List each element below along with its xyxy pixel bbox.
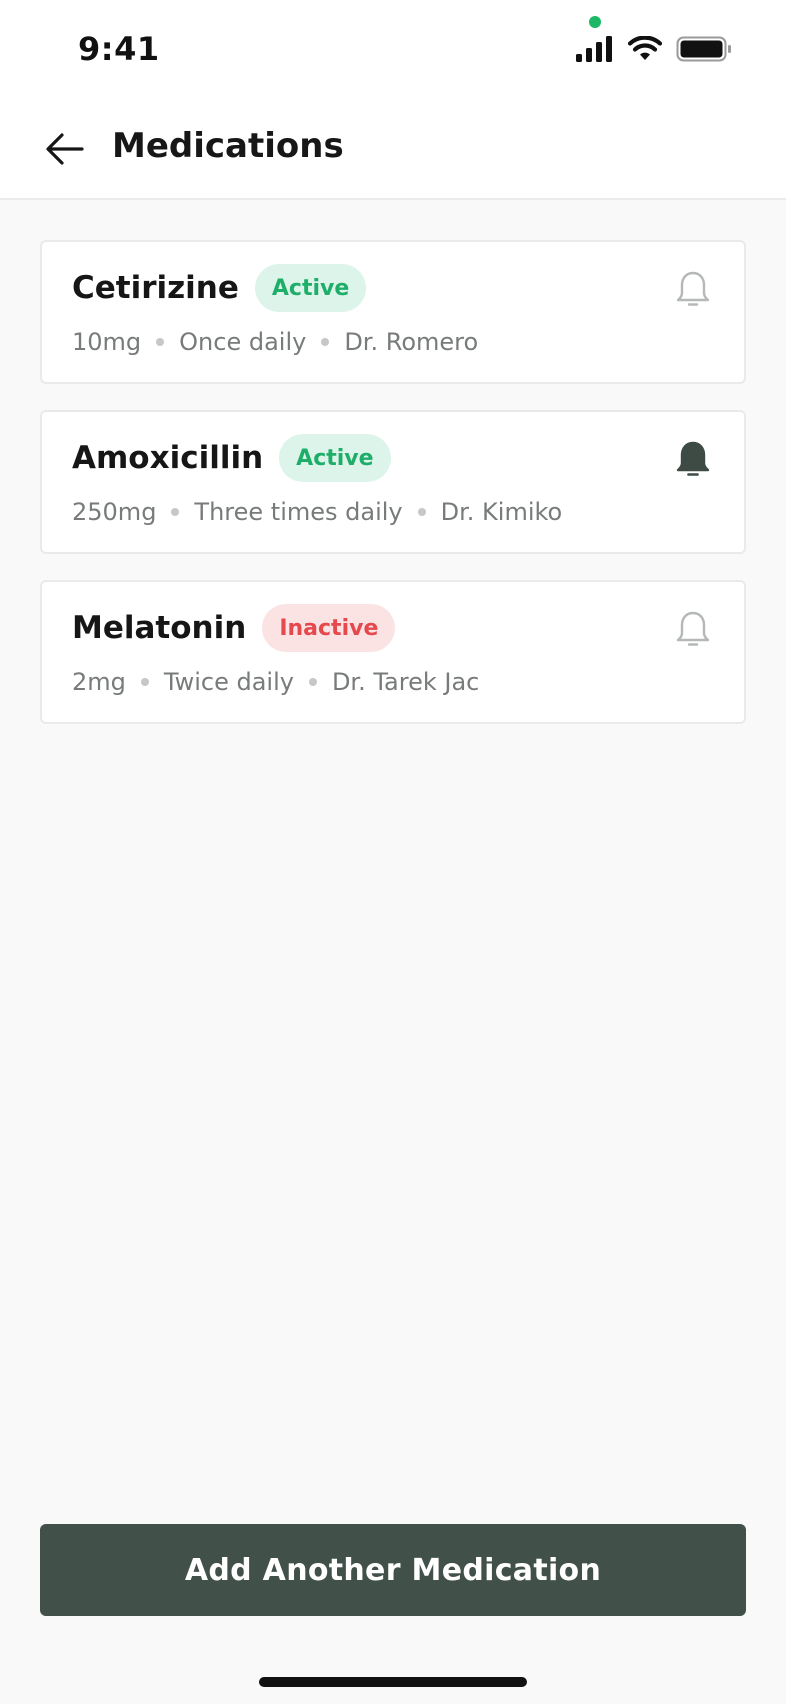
- medication-name: Melatonin: [72, 610, 247, 646]
- medication-card[interactable]: Amoxicillin Active 250mg Three times dai…: [40, 410, 746, 554]
- separator-dot: [171, 508, 180, 516]
- medication-name: Cetirizine: [72, 270, 239, 306]
- page-title: Medications: [112, 126, 344, 166]
- medication-doctor: Dr. Kimiko: [440, 498, 563, 526]
- medication-doctor: Dr. Romero: [344, 328, 479, 356]
- home-indicator[interactable]: [259, 1677, 527, 1687]
- medication-doctor: Dr. Tarek Jac: [331, 668, 480, 696]
- bell-outline-icon[interactable]: [674, 270, 712, 310]
- medication-dose: 2mg: [72, 668, 126, 696]
- camera-indicator-dot: [589, 16, 601, 28]
- status-badge: Active: [279, 434, 391, 482]
- card-header: Amoxicillin Active: [72, 434, 391, 482]
- medication-details: 10mg Once daily Dr. Romero: [72, 328, 478, 356]
- app-header: Medications: [0, 100, 786, 200]
- separator-dot: [417, 508, 426, 516]
- medication-frequency: Twice daily: [163, 668, 294, 696]
- medication-details: 2mg Twice daily Dr. Tarek Jac: [72, 668, 479, 696]
- separator-dot: [308, 678, 317, 686]
- medication-frequency: Once daily: [179, 328, 307, 356]
- add-medication-button[interactable]: Add Another Medication: [40, 1524, 746, 1616]
- card-header: Cetirizine Active: [72, 264, 367, 312]
- status-time: 9:41: [78, 30, 160, 68]
- medication-dose: 250mg: [72, 498, 157, 526]
- status-bar: 9:41: [0, 0, 786, 100]
- medication-frequency: Three times daily: [194, 498, 403, 526]
- medication-card[interactable]: Melatonin Inactive 2mg Twice daily Dr. T…: [40, 580, 746, 724]
- back-button[interactable]: [40, 124, 90, 174]
- separator-dot: [156, 338, 165, 346]
- battery-icon: [676, 36, 731, 62]
- medication-card[interactable]: Cetirizine Active 10mg Once daily Dr. Ro…: [40, 240, 746, 384]
- status-badge: Active: [254, 264, 367, 312]
- signal-icon: [576, 36, 612, 62]
- arrow-left-icon: [46, 133, 84, 165]
- bell-outline-icon[interactable]: [674, 610, 712, 650]
- card-header: Melatonin Inactive: [72, 604, 396, 652]
- separator-dot: [321, 338, 330, 346]
- status-badge: Inactive: [262, 604, 396, 652]
- status-icons: [576, 36, 732, 62]
- medication-name: Amoxicillin: [72, 440, 264, 476]
- wifi-icon: [628, 36, 662, 60]
- medication-details: 250mg Three times daily Dr. Kimiko: [72, 498, 562, 526]
- medication-dose: 10mg: [72, 328, 142, 356]
- phone-screen: 9:41 Medications Cetirizine Active 10mg …: [0, 0, 786, 1704]
- medication-list: Cetirizine Active 10mg Once daily Dr. Ro…: [40, 240, 746, 750]
- separator-dot: [140, 678, 149, 686]
- bell-filled-icon[interactable]: [674, 440, 712, 480]
